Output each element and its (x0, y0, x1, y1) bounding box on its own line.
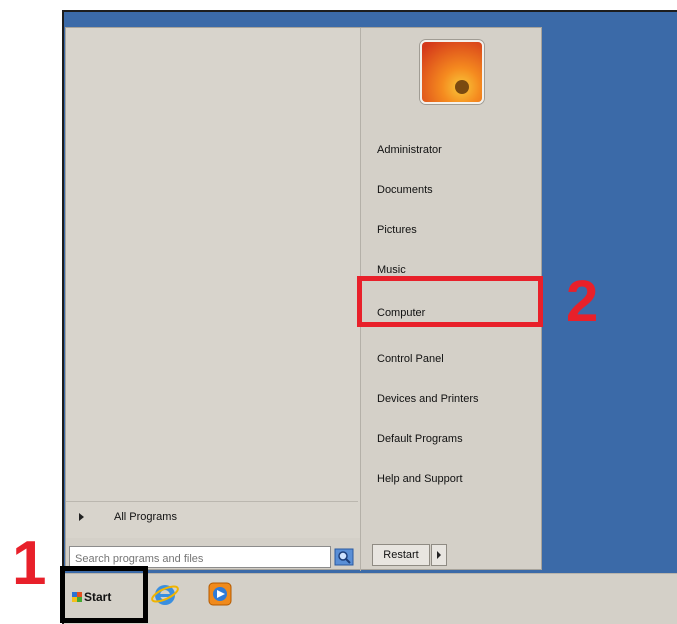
menu-item-documents[interactable]: Documents (377, 180, 433, 200)
step-1-label: 1 (12, 529, 47, 598)
programs-pane (66, 28, 360, 538)
menu-item-administrator[interactable]: Administrator (377, 140, 442, 160)
arrow-right-icon (437, 551, 441, 559)
user-avatar[interactable] (420, 40, 484, 104)
internet-explorer-icon (151, 585, 179, 605)
menu-item-pictures[interactable]: Pictures (377, 220, 417, 240)
step-2-label: 2 (566, 269, 599, 334)
media-player-button[interactable] (205, 579, 235, 609)
menu-item-default-programs[interactable]: Default Programs (377, 429, 463, 449)
internet-explorer-button[interactable] (150, 579, 180, 609)
arrow-right-icon (79, 513, 84, 521)
menu-item-help-and-support[interactable]: Help and Support (377, 469, 463, 489)
start-highlight-box (60, 566, 148, 623)
all-programs-button[interactable]: All Programs (66, 501, 358, 532)
search-icon (334, 548, 354, 566)
shutdown-options-button[interactable] (431, 544, 447, 566)
search-input[interactable] (69, 546, 331, 568)
menu-item-control-panel[interactable]: Control Panel (377, 349, 444, 369)
all-programs-label: All Programs (114, 511, 177, 523)
media-player-icon (208, 582, 232, 606)
restart-label: Restart (383, 549, 419, 561)
computer-highlight-box (357, 276, 543, 327)
menu-item-devices-and-printers[interactable]: Devices and Printers (377, 389, 479, 409)
flower-icon (422, 42, 482, 102)
search-button[interactable] (332, 546, 356, 568)
taskbar: Start (64, 573, 677, 624)
restart-button[interactable]: Restart (372, 544, 430, 566)
